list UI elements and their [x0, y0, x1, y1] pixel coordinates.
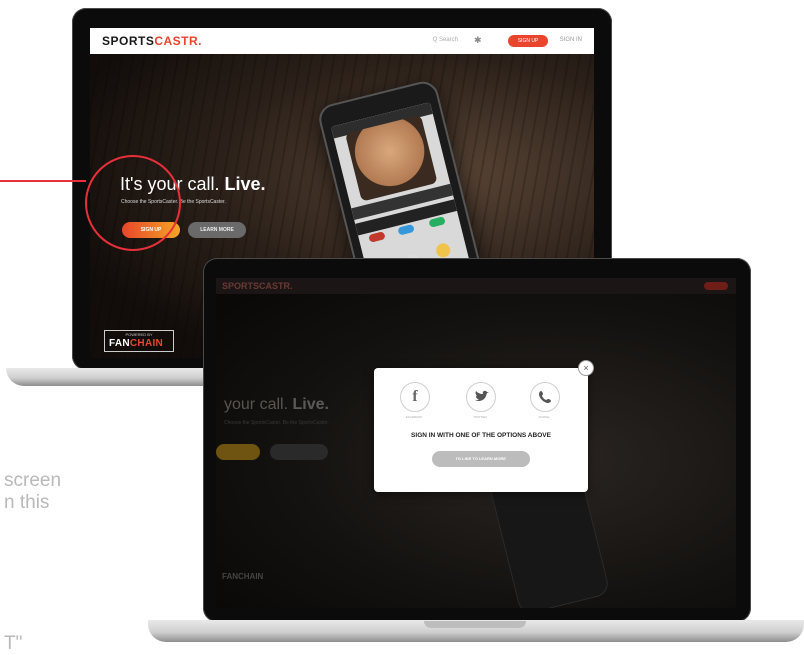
close-icon[interactable]: × — [578, 360, 594, 376]
callout-line — [0, 180, 86, 182]
search-link[interactable]: Q Search — [433, 37, 458, 43]
front-laptop: SPORTSCASTR. your call. Live. Choose the… — [203, 258, 751, 622]
sportscastr-logo[interactable]: SPORTSCASTR. — [102, 34, 202, 48]
modal-heading: SIGN IN WITH ONE OF THE OPTIONS ABOVE — [411, 432, 551, 439]
highlight-circle — [85, 155, 181, 251]
twitter-icon[interactable] — [466, 382, 496, 412]
dimmed-signup-button — [216, 444, 260, 460]
facebook-icon[interactable]: f — [400, 382, 430, 412]
dimmed-nav: SPORTSCASTR. — [216, 278, 736, 294]
nav-signup-button[interactable]: SIGN UP — [508, 35, 548, 47]
phone-label: PHONE — [538, 415, 550, 419]
dimmed-fanchain-logo: FANCHAIN — [222, 572, 264, 581]
background-text-line-1: screen — [4, 470, 62, 491]
signin-modal: × f FACEBOOK TWITTER PHONE SIGN IN WITH … — [374, 360, 594, 492]
dimmed-logo: SPORTSCASTR. — [222, 281, 293, 291]
learn-more-button[interactable]: LEARN MORE — [188, 222, 246, 238]
top-nav: SPORTSCASTR. Q Search ✱ SIGN UP SIGN IN — [90, 28, 594, 54]
background-text-line-2: n this — [4, 492, 50, 513]
dimmed-learn-button — [270, 444, 328, 460]
background-text-line-3: T" — [4, 633, 23, 654]
twitter-label: TWITTER — [473, 415, 487, 419]
gift-icon[interactable]: ✱ — [474, 35, 484, 45]
learn-more-button[interactable]: I'D LIKE TO LEARN MORE — [432, 451, 530, 467]
front-laptop-screen: SPORTSCASTR. your call. Live. Choose the… — [216, 278, 736, 608]
facebook-label: FACEBOOK — [405, 415, 423, 419]
dimmed-hero-title: your call. Live. — [224, 396, 329, 413]
phone-icon[interactable] — [530, 382, 560, 412]
fanchain-badge: POWERED BY FANCHAIN — [104, 330, 174, 352]
dimmed-hero-subtitle: Choose the SportsCaster. Be the SportsCa… — [224, 420, 329, 426]
nav-signin-link[interactable]: SIGN IN — [560, 37, 582, 43]
